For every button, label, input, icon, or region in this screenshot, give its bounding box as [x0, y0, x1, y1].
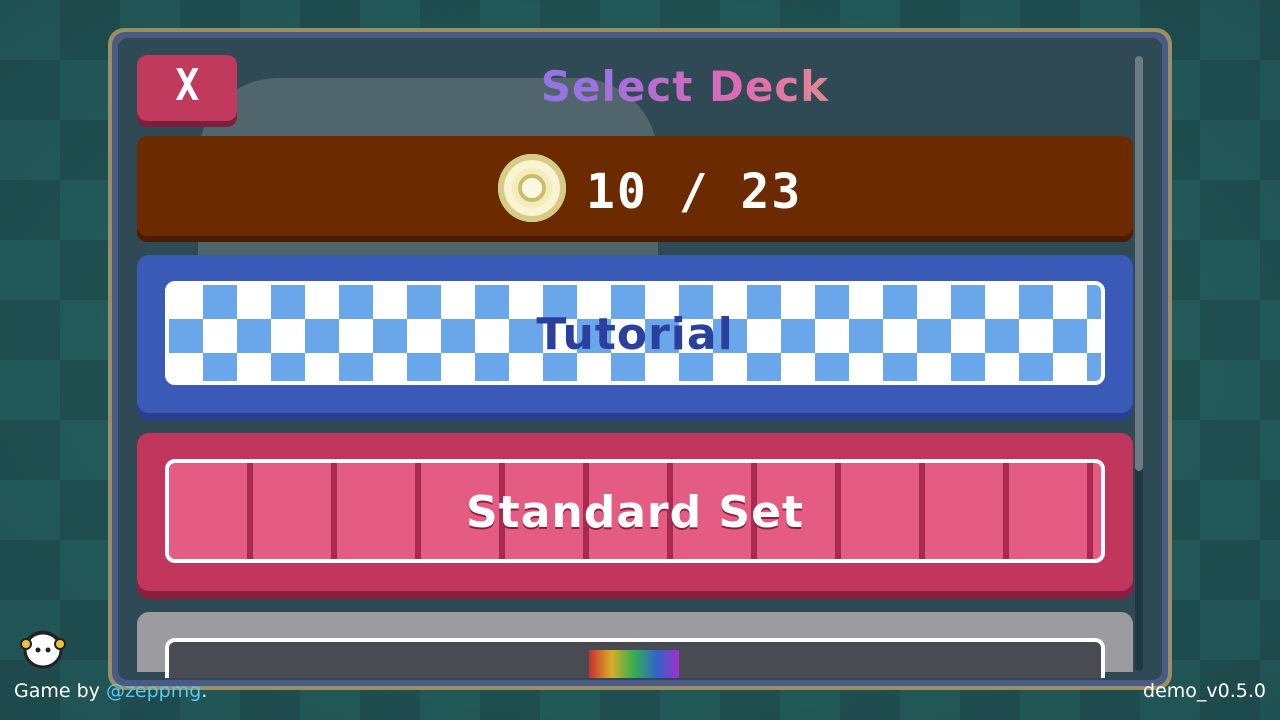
credit-suffix: .: [201, 680, 208, 702]
version-label: demo_v0.5.0: [1143, 680, 1266, 702]
mascot-icon: [20, 630, 66, 669]
scroll-thumb[interactable]: [1135, 56, 1143, 471]
deck-tutorial-label: Tutorial: [536, 308, 734, 360]
close-icon: X: [175, 60, 199, 111]
credit-text: Game by @zeppmg.: [14, 680, 207, 702]
page-title: Select Deck: [400, 62, 970, 111]
rainbow-art: [589, 650, 679, 678]
deck-third-art: [165, 638, 1105, 678]
coin-count: 10 / 23: [586, 164, 803, 220]
coin-icon: [498, 154, 566, 222]
scrollbar[interactable]: [1135, 56, 1143, 671]
deck-tutorial[interactable]: Tutorial: [137, 255, 1133, 413]
deck-third[interactable]: [137, 612, 1133, 678]
credit-prefix: Game by: [14, 680, 106, 702]
deck-standard-label: Standard Set: [465, 486, 804, 538]
close-button[interactable]: X: [137, 55, 237, 121]
credit-handle-link[interactable]: @zeppmg: [106, 680, 201, 702]
deck-standard-set[interactable]: Standard Set: [137, 433, 1133, 591]
